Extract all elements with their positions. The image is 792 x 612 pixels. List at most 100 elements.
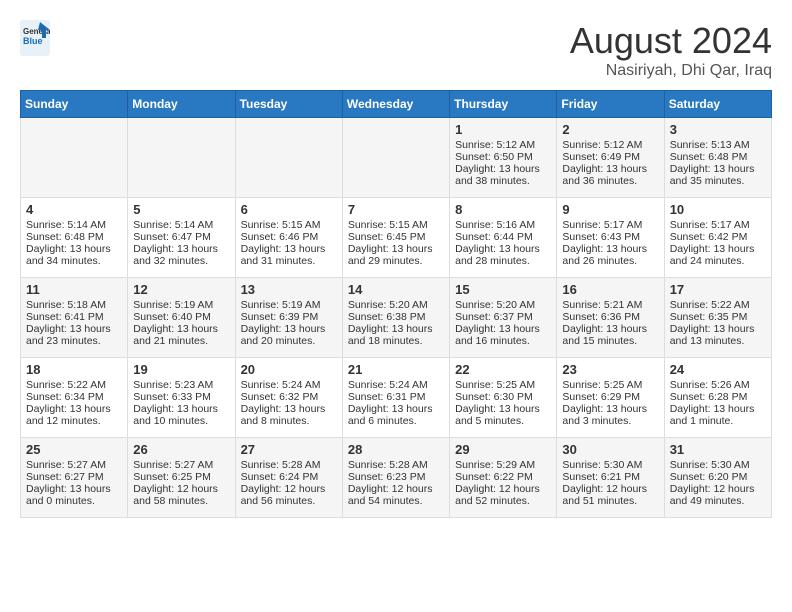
calendar-cell: 11Sunrise: 5:18 AMSunset: 6:41 PMDayligh…: [21, 278, 128, 358]
day-content-line: Daylight: 13 hours: [670, 323, 766, 335]
day-content-line: and 52 minutes.: [455, 495, 551, 507]
day-number: 6: [241, 202, 337, 217]
day-content-line: Sunrise: 5:29 AM: [455, 459, 551, 471]
day-content-line: and 51 minutes.: [562, 495, 658, 507]
day-content-line: Sunrise: 5:22 AM: [670, 299, 766, 311]
calendar-cell: 20Sunrise: 5:24 AMSunset: 6:32 PMDayligh…: [235, 358, 342, 438]
day-content-line: and 21 minutes.: [133, 335, 229, 347]
location-subtitle: Nasiriyah, Dhi Qar, Iraq: [570, 62, 772, 80]
day-content-line: Sunrise: 5:20 AM: [455, 299, 551, 311]
day-content-line: and 18 minutes.: [348, 335, 444, 347]
calendar-cell: 13Sunrise: 5:19 AMSunset: 6:39 PMDayligh…: [235, 278, 342, 358]
calendar-cell: 2Sunrise: 5:12 AMSunset: 6:49 PMDaylight…: [557, 118, 664, 198]
day-content-line: and 54 minutes.: [348, 495, 444, 507]
calendar-week-row: 25Sunrise: 5:27 AMSunset: 6:27 PMDayligh…: [21, 438, 772, 518]
day-content-line: Sunset: 6:34 PM: [26, 391, 122, 403]
day-content-line: Daylight: 13 hours: [241, 403, 337, 415]
day-content-line: Sunset: 6:40 PM: [133, 311, 229, 323]
day-content-line: Daylight: 13 hours: [562, 403, 658, 415]
day-content-line: Sunrise: 5:26 AM: [670, 379, 766, 391]
day-content-line: Sunset: 6:42 PM: [670, 231, 766, 243]
calendar-cell: 29Sunrise: 5:29 AMSunset: 6:22 PMDayligh…: [450, 438, 557, 518]
day-content-line: Sunrise: 5:30 AM: [670, 459, 766, 471]
calendar-cell: [128, 118, 235, 198]
day-number: 1: [455, 122, 551, 137]
day-content-line: and 23 minutes.: [26, 335, 122, 347]
calendar-cell: 17Sunrise: 5:22 AMSunset: 6:35 PMDayligh…: [664, 278, 771, 358]
day-content-line: Sunset: 6:23 PM: [348, 471, 444, 483]
day-content-line: and 13 minutes.: [670, 335, 766, 347]
day-content-line: Daylight: 13 hours: [455, 403, 551, 415]
day-content-line: and 10 minutes.: [133, 415, 229, 427]
day-content-line: Daylight: 13 hours: [455, 163, 551, 175]
calendar-cell: 7Sunrise: 5:15 AMSunset: 6:45 PMDaylight…: [342, 198, 449, 278]
calendar-cell: 18Sunrise: 5:22 AMSunset: 6:34 PMDayligh…: [21, 358, 128, 438]
calendar-table: Sunday Monday Tuesday Wednesday Thursday…: [20, 90, 772, 518]
day-content-line: Daylight: 13 hours: [26, 403, 122, 415]
day-content-line: and 58 minutes.: [133, 495, 229, 507]
day-content-line: Daylight: 13 hours: [241, 243, 337, 255]
day-content-line: Sunset: 6:21 PM: [562, 471, 658, 483]
calendar-cell: 16Sunrise: 5:21 AMSunset: 6:36 PMDayligh…: [557, 278, 664, 358]
calendar-cell: 12Sunrise: 5:19 AMSunset: 6:40 PMDayligh…: [128, 278, 235, 358]
day-number: 19: [133, 362, 229, 377]
col-sunday: Sunday: [21, 91, 128, 118]
calendar-cell: [21, 118, 128, 198]
day-content-line: and 8 minutes.: [241, 415, 337, 427]
day-content-line: Daylight: 13 hours: [455, 323, 551, 335]
day-content-line: and 26 minutes.: [562, 255, 658, 267]
day-content-line: and 29 minutes.: [348, 255, 444, 267]
day-content-line: Sunrise: 5:20 AM: [348, 299, 444, 311]
calendar-week-row: 1Sunrise: 5:12 AMSunset: 6:50 PMDaylight…: [21, 118, 772, 198]
day-number: 10: [670, 202, 766, 217]
calendar-cell: 19Sunrise: 5:23 AMSunset: 6:33 PMDayligh…: [128, 358, 235, 438]
day-number: 24: [670, 362, 766, 377]
day-content-line: Daylight: 13 hours: [348, 403, 444, 415]
day-content-line: Sunset: 6:27 PM: [26, 471, 122, 483]
calendar-cell: 24Sunrise: 5:26 AMSunset: 6:28 PMDayligh…: [664, 358, 771, 438]
day-number: 21: [348, 362, 444, 377]
day-content-line: Sunset: 6:31 PM: [348, 391, 444, 403]
day-content-line: and 20 minutes.: [241, 335, 337, 347]
day-content-line: Sunset: 6:28 PM: [670, 391, 766, 403]
day-content-line: Sunrise: 5:15 AM: [241, 219, 337, 231]
logo: General Blue: [20, 20, 50, 56]
day-content-line: Sunset: 6:38 PM: [348, 311, 444, 323]
day-content-line: Daylight: 12 hours: [133, 483, 229, 495]
col-thursday: Thursday: [450, 91, 557, 118]
day-content-line: Sunset: 6:29 PM: [562, 391, 658, 403]
day-number: 16: [562, 282, 658, 297]
day-content-line: Sunrise: 5:19 AM: [241, 299, 337, 311]
day-content-line: Sunrise: 5:28 AM: [348, 459, 444, 471]
day-content-line: Daylight: 13 hours: [562, 243, 658, 255]
day-number: 5: [133, 202, 229, 217]
day-content-line: and 0 minutes.: [26, 495, 122, 507]
day-content-line: Daylight: 13 hours: [26, 483, 122, 495]
day-content-line: Sunrise: 5:21 AM: [562, 299, 658, 311]
day-content-line: and 15 minutes.: [562, 335, 658, 347]
day-content-line: and 56 minutes.: [241, 495, 337, 507]
day-content-line: Sunset: 6:30 PM: [455, 391, 551, 403]
day-content-line: and 24 minutes.: [670, 255, 766, 267]
calendar-cell: 4Sunrise: 5:14 AMSunset: 6:48 PMDaylight…: [21, 198, 128, 278]
day-content-line: Daylight: 13 hours: [562, 323, 658, 335]
day-content-line: Sunrise: 5:14 AM: [26, 219, 122, 231]
day-content-line: Daylight: 12 hours: [562, 483, 658, 495]
day-number: 15: [455, 282, 551, 297]
header-row: Sunday Monday Tuesday Wednesday Thursday…: [21, 91, 772, 118]
day-number: 17: [670, 282, 766, 297]
day-content-line: and 31 minutes.: [241, 255, 337, 267]
day-number: 4: [26, 202, 122, 217]
day-number: 23: [562, 362, 658, 377]
day-number: 27: [241, 442, 337, 457]
calendar-cell: 6Sunrise: 5:15 AMSunset: 6:46 PMDaylight…: [235, 198, 342, 278]
calendar-cell: 3Sunrise: 5:13 AMSunset: 6:48 PMDaylight…: [664, 118, 771, 198]
day-content-line: Daylight: 13 hours: [348, 323, 444, 335]
calendar-cell: 31Sunrise: 5:30 AMSunset: 6:20 PMDayligh…: [664, 438, 771, 518]
day-number: 9: [562, 202, 658, 217]
day-content-line: and 49 minutes.: [670, 495, 766, 507]
day-content-line: Sunset: 6:45 PM: [348, 231, 444, 243]
day-content-line: Daylight: 12 hours: [348, 483, 444, 495]
day-content-line: and 1 minute.: [670, 415, 766, 427]
day-number: 28: [348, 442, 444, 457]
